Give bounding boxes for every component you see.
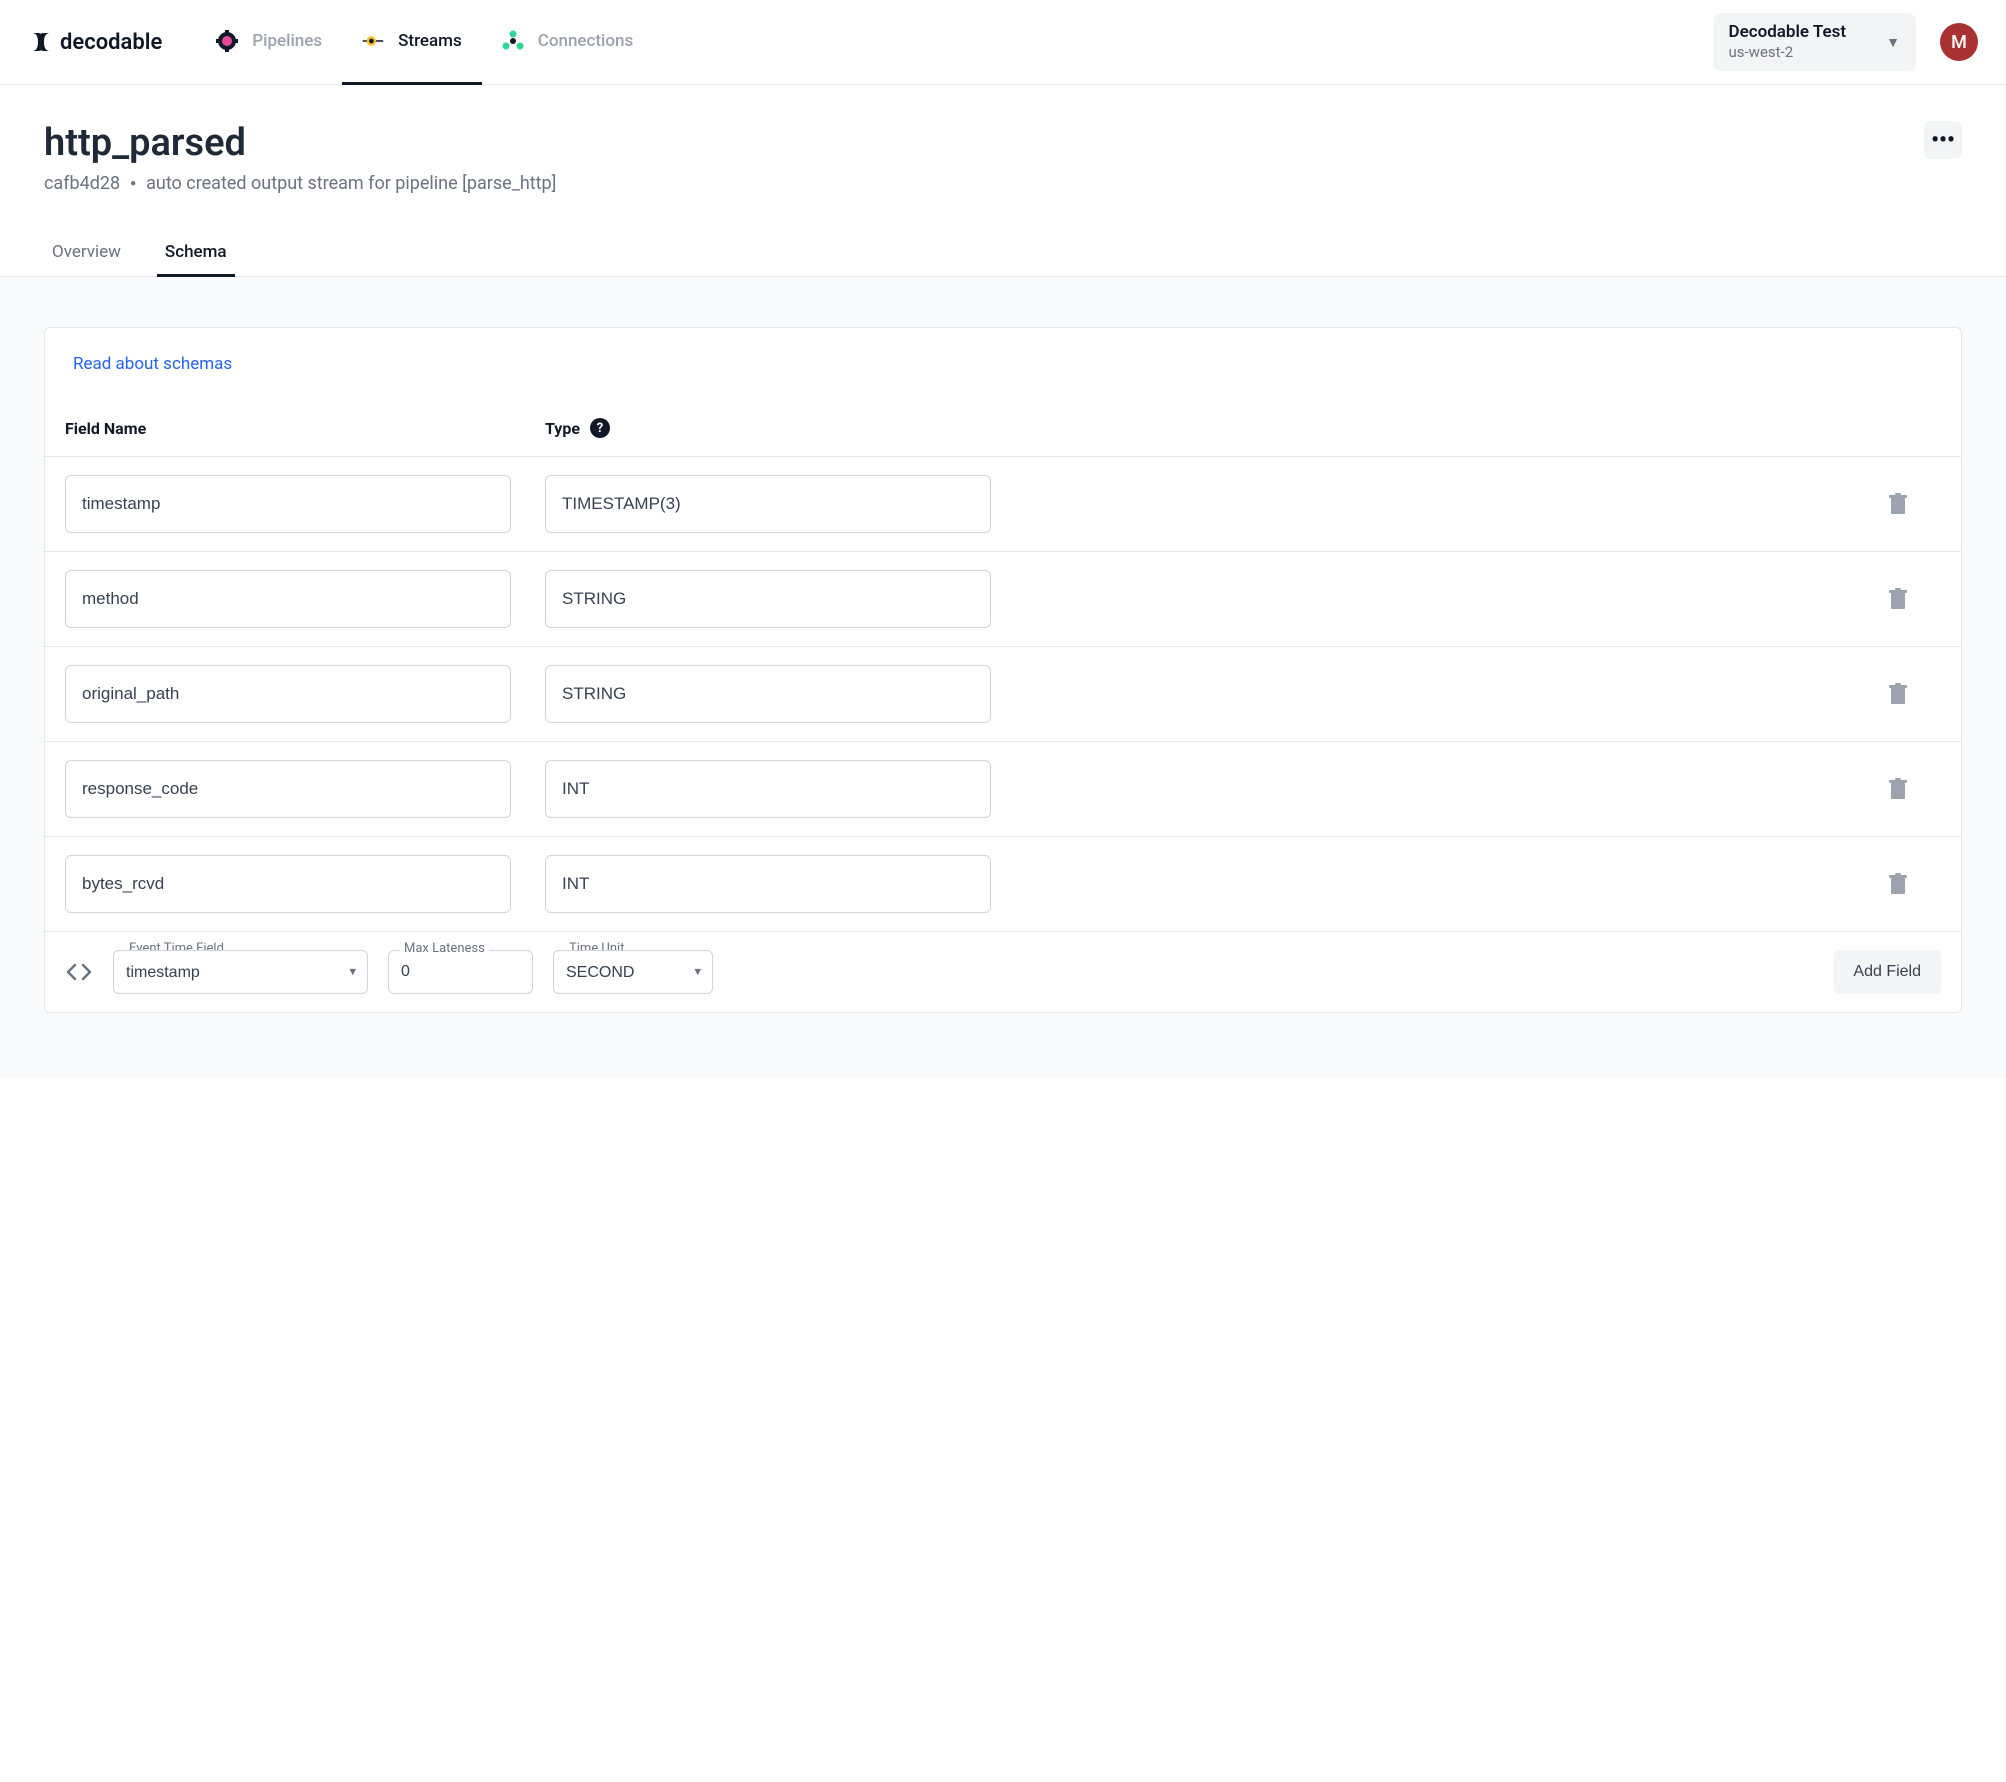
code-icon <box>65 962 93 982</box>
nav-pipelines[interactable]: Pipelines <box>196 0 342 85</box>
time-unit-select[interactable]: SECOND <box>553 950 713 994</box>
content-area: Read about schemas Field Name Type ? <box>0 277 2006 1077</box>
max-lateness-group: Max Lateness <box>388 950 533 994</box>
ellipsis-icon: ••• <box>1931 128 1955 153</box>
brand-mark-icon <box>28 29 54 55</box>
field-type-input[interactable] <box>545 475 991 533</box>
max-lateness-label: Max Lateness <box>400 941 489 956</box>
top-nav: decodable Pipelines <box>0 0 2006 85</box>
more-actions-button[interactable]: ••• <box>1924 121 1962 159</box>
streams-icon <box>362 30 384 52</box>
tab-schema[interactable]: Schema <box>157 230 235 277</box>
col-header-type: Type <box>545 419 580 438</box>
field-type-input[interactable] <box>545 665 991 723</box>
nav-connections-label: Connections <box>538 31 634 51</box>
schema-row <box>45 837 1961 932</box>
trash-icon <box>1888 683 1908 705</box>
event-time-field-group: Event Time Field timestamp <box>113 950 368 994</box>
field-name-input[interactable] <box>65 665 511 723</box>
separator-dot: ● <box>130 178 136 189</box>
field-name-input[interactable] <box>65 760 511 818</box>
nav-links: Pipelines Streams Connectio <box>196 0 653 84</box>
tab-overview[interactable]: Overview <box>44 230 129 277</box>
delete-row-button[interactable] <box>1885 491 1911 517</box>
delete-row-button[interactable] <box>1885 871 1911 897</box>
max-lateness-input[interactable] <box>388 950 533 994</box>
account-name: Decodable Test <box>1729 21 1847 43</box>
nav-streams[interactable]: Streams <box>342 0 482 85</box>
schema-row <box>45 457 1961 552</box>
account-switcher[interactable]: Decodable Test us-west-2 ▼ <box>1713 13 1916 71</box>
time-unit-group: Time Unit SECOND <box>553 950 713 994</box>
schema-row <box>45 552 1961 647</box>
schema-column-headers: Field Name Type ? <box>45 400 1961 457</box>
field-name-input[interactable] <box>65 475 511 533</box>
code-view-toggle[interactable] <box>65 962 93 982</box>
trash-icon <box>1888 778 1908 800</box>
tab-overview-label: Overview <box>52 242 121 262</box>
brand-logo[interactable]: decodable <box>28 29 162 55</box>
trash-icon <box>1888 588 1908 610</box>
schema-footer: Event Time Field timestamp Max Lateness … <box>45 932 1961 1012</box>
schema-row <box>45 647 1961 742</box>
brand-text: decodable <box>60 30 162 55</box>
field-type-input[interactable] <box>545 570 991 628</box>
add-field-button[interactable]: Add Field <box>1833 950 1941 994</box>
field-type-input[interactable] <box>545 760 991 818</box>
stream-description: auto created output stream for pipeline … <box>146 173 556 194</box>
delete-row-button[interactable] <box>1885 776 1911 802</box>
stream-id: cafb4d28 <box>44 173 120 194</box>
field-name-input[interactable] <box>65 570 511 628</box>
page-header: http_parsed cafb4d28 ● auto created outp… <box>0 85 2006 194</box>
chevron-down-icon: ▼ <box>1886 34 1900 51</box>
avatar-letter: M <box>1951 32 1967 53</box>
trash-icon <box>1888 493 1908 515</box>
trash-icon <box>1888 873 1908 895</box>
schema-help-link[interactable]: Read about schemas <box>73 354 232 374</box>
tabs: Overview Schema <box>0 194 2006 277</box>
nav-streams-label: Streams <box>398 31 462 51</box>
page-title: http_parsed <box>44 121 556 165</box>
account-region: us-west-2 <box>1729 43 1847 63</box>
delete-row-button[interactable] <box>1885 586 1911 612</box>
nav-connections[interactable]: Connections <box>482 0 654 85</box>
pipelines-icon <box>216 30 238 52</box>
schema-card: Read about schemas Field Name Type ? <box>44 327 1962 1013</box>
nav-pipelines-label: Pipelines <box>252 31 322 51</box>
schema-row <box>45 742 1961 837</box>
col-header-field-name: Field Name <box>65 419 545 438</box>
delete-row-button[interactable] <box>1885 681 1911 707</box>
connections-icon <box>502 30 524 52</box>
event-time-field-select[interactable]: timestamp <box>113 950 368 994</box>
tab-schema-label: Schema <box>165 242 227 262</box>
help-icon[interactable]: ? <box>590 418 610 438</box>
field-type-input[interactable] <box>545 855 991 913</box>
avatar[interactable]: M <box>1940 23 1978 61</box>
field-name-input[interactable] <box>65 855 511 913</box>
